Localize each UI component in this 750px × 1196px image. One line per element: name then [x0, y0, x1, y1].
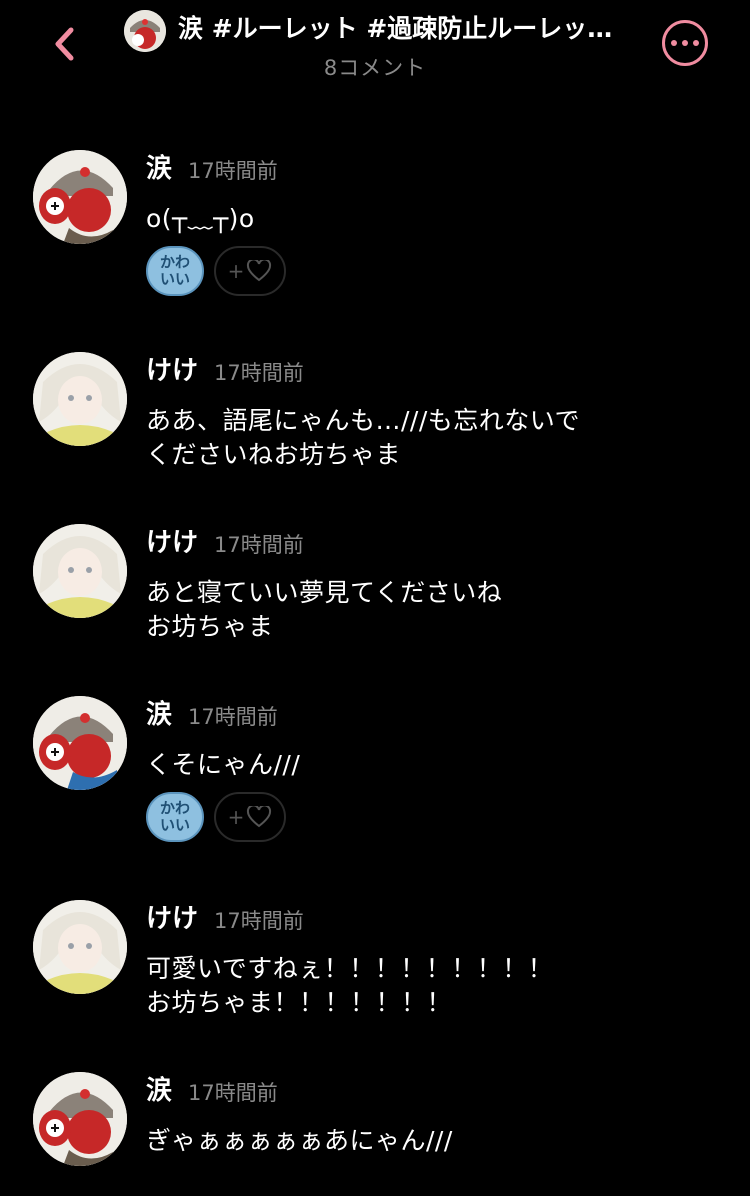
- comment-text: くそにゃん///: [146, 750, 301, 779]
- more-dot: [682, 40, 688, 46]
- comment-text: あと寝ていい夢見てくださいね お坊ちゃま: [146, 578, 503, 641]
- avatar-rui[interactable]: [33, 150, 127, 244]
- kawaii-label-line2: いい: [159, 816, 190, 834]
- more-dot: [693, 40, 699, 46]
- add-reaction-plus: +: [227, 259, 245, 283]
- kawaii-label-line1: かわ: [159, 799, 190, 817]
- comment-timestamp: 17時間前: [214, 533, 304, 557]
- comment-timestamp: 17時間前: [188, 705, 278, 729]
- comment-count: 8コメント: [323, 56, 427, 80]
- top-bar: 涙 #ルーレット #過疎防止ルーレッ… 8コメント: [0, 0, 750, 92]
- avatar-rui[interactable]: [33, 696, 127, 790]
- kawaii-reaction-button[interactable]: かわ いい: [146, 792, 204, 842]
- comment-text: 可愛いですねぇ！！！！！！！！！ お坊ちゃま！！！！！！！: [146, 954, 554, 1017]
- avatar-keke[interactable]: [33, 900, 127, 994]
- avatar-keke[interactable]: [33, 524, 127, 618]
- kawaii-label-line1: かわ: [159, 253, 190, 271]
- add-reaction-button[interactable]: +: [214, 792, 286, 842]
- more-dot: [671, 40, 677, 46]
- comment-timestamp: 17時間前: [214, 361, 304, 385]
- heart-outline-icon: [247, 806, 272, 828]
- comment-username[interactable]: けけ: [146, 902, 198, 936]
- comment-username[interactable]: 涙: [146, 1074, 172, 1108]
- avatar-rui[interactable]: [33, 1072, 127, 1166]
- reaction-bar: かわ いい +: [146, 792, 286, 842]
- add-reaction-button[interactable]: +: [214, 246, 286, 296]
- reaction-bar: かわ いい +: [146, 246, 286, 296]
- more-options-button[interactable]: [662, 20, 708, 66]
- header-avatar[interactable]: [124, 10, 166, 52]
- comment-username[interactable]: 涙: [146, 698, 172, 732]
- post-title: 涙 #ルーレット #過疎防止ルーレッ…: [178, 14, 613, 43]
- comment-thread-screen: 涙 #ルーレット #過疎防止ルーレッ… 8コメント 涙 17時間前 o(┬﹏┬)…: [0, 0, 750, 1196]
- comment-timestamp: 17時間前: [214, 909, 304, 933]
- comment-username[interactable]: けけ: [146, 354, 198, 388]
- comment-text: ああ、語尾にゃんも…///も忘れないで くださいねお坊ちゃま: [146, 406, 581, 469]
- comment-text: ぎゃぁぁぁぁぁあにゃん///: [146, 1126, 453, 1155]
- comment-username[interactable]: けけ: [146, 526, 198, 560]
- add-reaction-plus: +: [227, 805, 245, 829]
- heart-outline-icon: [247, 260, 272, 282]
- comment-username[interactable]: 涙: [146, 152, 172, 186]
- comment-text: o(┬﹏┬)o: [146, 204, 255, 233]
- kawaii-reaction-button[interactable]: かわ いい: [146, 246, 204, 296]
- comment-timestamp: 17時間前: [188, 1081, 278, 1105]
- comment-timestamp: 17時間前: [188, 159, 278, 183]
- kawaii-label-line2: いい: [159, 270, 190, 288]
- avatar-keke[interactable]: [33, 352, 127, 446]
